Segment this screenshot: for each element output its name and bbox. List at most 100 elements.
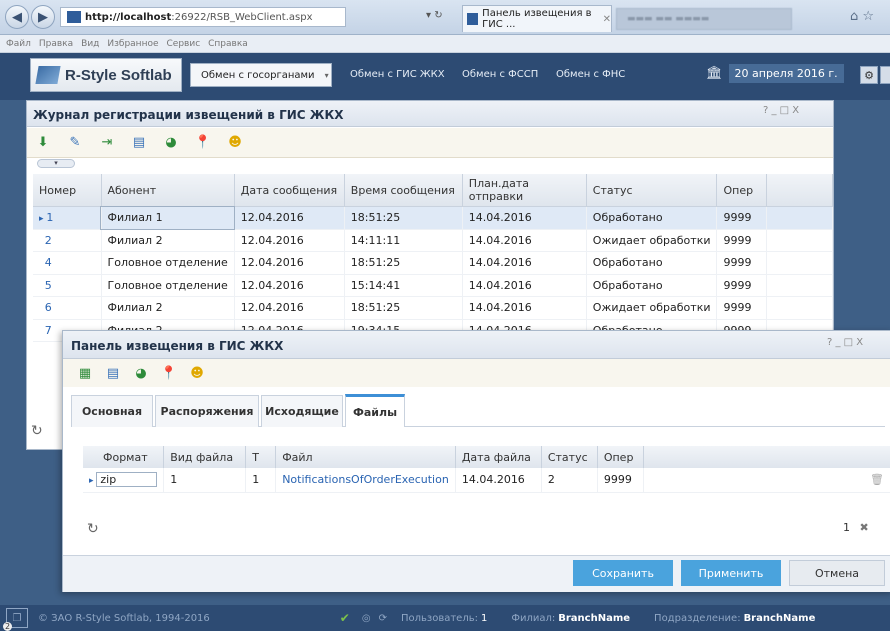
cell-subscriber: Головное отделение	[101, 274, 235, 297]
file-link[interactable]: NotificationsOfOrderExecution	[275, 468, 456, 493]
row-number: 6	[44, 301, 52, 315]
browser-tab-active[interactable]: Панель извещения в ГИС ... ✕	[462, 5, 612, 32]
nav-gos-dropdown[interactable]: Обмен с госорганами ▾	[190, 63, 332, 87]
cell-msg-date: 12.04.2016	[234, 274, 345, 297]
grid-icon[interactable]: ▦	[77, 365, 93, 381]
table-row[interactable]: ▸ zip 1 1 NotificationsOfOrderExecution …	[83, 468, 890, 493]
location-pin-icon[interactable]: 📍	[195, 135, 211, 151]
col-filler	[766, 174, 833, 207]
cell-msg-time: 18:51:25	[344, 296, 463, 320]
user-value: 1	[480, 612, 488, 624]
nav-gis-zhkh[interactable]: Обмен с ГИС ЖКХ	[350, 69, 445, 80]
target-icon[interactable]: ◎	[362, 613, 371, 624]
tab-orders[interactable]: Распоряжения	[155, 395, 259, 427]
nav-fssp[interactable]: Обмен с ФССП	[462, 69, 538, 80]
cell-t: 1	[245, 468, 277, 493]
menu-view[interactable]: Вид	[81, 39, 99, 49]
col-msg-time[interactable]: Время сообщения	[344, 174, 463, 207]
files-header-row: Формат Вид файла Т Файл Дата файла Стату…	[83, 446, 890, 468]
table-row[interactable]: 5 Головное отделение 12.04.2016 15:14:41 14.…	[33, 274, 833, 297]
col-t[interactable]: Т	[245, 446, 277, 468]
collapse-toggle[interactable]: ▾	[37, 159, 75, 168]
cell-oper: 9999	[716, 296, 768, 320]
trash-icon[interactable]: 🗑	[643, 468, 890, 493]
refresh-icon[interactable]: ↻	[31, 423, 43, 439]
cell-format[interactable]: ▸ zip	[83, 468, 165, 493]
col-subscriber[interactable]: Абонент	[101, 174, 235, 207]
document-icon[interactable]: ▤	[131, 135, 147, 151]
cell-filler	[766, 206, 833, 230]
apply-button[interactable]: Применить	[681, 560, 781, 586]
col-file-filler	[643, 446, 890, 468]
menu-tools[interactable]: Сервис	[167, 39, 201, 49]
tab-files[interactable]: Файлы	[345, 394, 405, 427]
dept-value: BranchName	[743, 612, 816, 624]
document-icon[interactable]: ▤	[105, 365, 121, 381]
cell-plan-date: 14.04.2016	[462, 229, 587, 252]
table-row[interactable]: 6 Филиал 2 12.04.2016 18:51:25 14.04.2016 Ожи…	[33, 296, 833, 320]
chevron-down-icon: ▾	[324, 70, 329, 80]
col-oper[interactable]: Опер	[716, 174, 768, 207]
import-icon[interactable]: ⬇	[35, 135, 51, 151]
app-logo[interactable]: R-Style Softlab	[30, 58, 182, 92]
nav-fns[interactable]: Обмен с ФНС	[556, 69, 625, 80]
format-input[interactable]: zip	[96, 472, 158, 488]
menu-file[interactable]: Файл	[6, 39, 31, 49]
col-file[interactable]: Файл	[275, 446, 456, 468]
home-star-icons[interactable]: ⌂ ☆	[850, 9, 874, 24]
panel-window-controls[interactable]: ? _ □ X	[827, 337, 863, 348]
refresh-icon[interactable]: ▾ ↻	[426, 10, 443, 21]
col-file-status[interactable]: Статус	[541, 446, 598, 468]
windows-icon[interactable]: ❐ 2	[3, 608, 28, 631]
record-count: 1 ✖	[843, 521, 869, 534]
gear-icon[interactable]: ⚙	[860, 66, 878, 84]
panel-toolbar: ▦ ▤ ◕ 📍 ☻	[63, 359, 890, 387]
cell-number: 5	[33, 274, 102, 297]
menu-favorites[interactable]: Избранное	[107, 39, 158, 49]
col-file-date[interactable]: Дата файла	[455, 446, 542, 468]
tab-title: Панель извещения в ГИС ...	[482, 8, 592, 30]
tab-outgoing[interactable]: Исходящие	[261, 395, 343, 427]
clear-filter-icon[interactable]: ✖	[860, 521, 869, 534]
copyright: © ЗАО R-Style Softlab, 1994-2016	[38, 612, 210, 624]
smiley-icon[interactable]: ☻	[189, 365, 205, 381]
col-format[interactable]: Формат	[83, 446, 165, 468]
cancel-button[interactable]: Отмена	[789, 560, 885, 586]
save-button[interactable]: Сохранить	[573, 560, 673, 586]
menu-help[interactable]: Справка	[208, 39, 248, 49]
table-row[interactable]: 4 Головное отделение 12.04.2016 18:51:25 14.…	[33, 251, 833, 275]
cell-oper: 9999	[716, 229, 768, 252]
chart-icon[interactable]: ◕	[163, 135, 179, 151]
col-msg-date[interactable]: Дата сообщения	[234, 174, 345, 207]
journal-table: Номер Абонент Дата сообщения Время сообщ…	[33, 174, 833, 342]
send-icon[interactable]: ⇥	[99, 135, 115, 151]
col-status[interactable]: Статус	[586, 174, 718, 207]
cell-msg-date: 12.04.2016	[234, 206, 345, 230]
col-number[interactable]: Номер	[33, 174, 102, 207]
address-bar[interactable]: http://localhost:26922/RSB_WebClient.asp…	[60, 7, 346, 27]
cell-plan-date: 14.04.2016	[462, 274, 587, 297]
col-file-oper[interactable]: Опер	[597, 446, 644, 468]
refresh-icon[interactable]: ↻	[87, 521, 99, 537]
forward-icon[interactable]: ▶	[31, 5, 55, 29]
edit-icon[interactable]: ✎	[67, 135, 83, 151]
tab-close-icon[interactable]: ✕	[603, 14, 611, 25]
col-file-type[interactable]: Вид файла	[163, 446, 247, 468]
help-icon[interactable]	[880, 66, 890, 84]
col-plan-date[interactable]: План.дата отправки	[462, 174, 587, 207]
smiley-icon[interactable]: ☻	[227, 135, 243, 151]
location-pin-icon[interactable]: 📍	[161, 365, 177, 381]
table-row[interactable]: ▸ 1 Филиал 1 12.04.2016 18:51:25 14.04.2016 О…	[33, 205, 833, 230]
cell-filler	[766, 274, 833, 297]
menu-edit[interactable]: Правка	[39, 39, 73, 49]
cell-number: ▸ 1	[33, 206, 102, 230]
table-row[interactable]: 2 Филиал 2 12.04.2016 14:11:11 14.04.2016 Ожи…	[33, 229, 833, 252]
chart-icon[interactable]: ◕	[133, 365, 149, 381]
tab-main[interactable]: Основная	[71, 395, 153, 427]
bank-icon: 🏛	[706, 66, 723, 81]
back-icon[interactable]: ◀	[5, 5, 29, 29]
browser-tab-blurred[interactable]: ▬▬▬ ▬▬ ▬▬▬▬	[616, 8, 792, 30]
row-number: 4	[44, 256, 52, 270]
journal-window-controls[interactable]: ? _ □ X	[763, 105, 799, 116]
sync-icon[interactable]: ⟳	[379, 613, 387, 624]
